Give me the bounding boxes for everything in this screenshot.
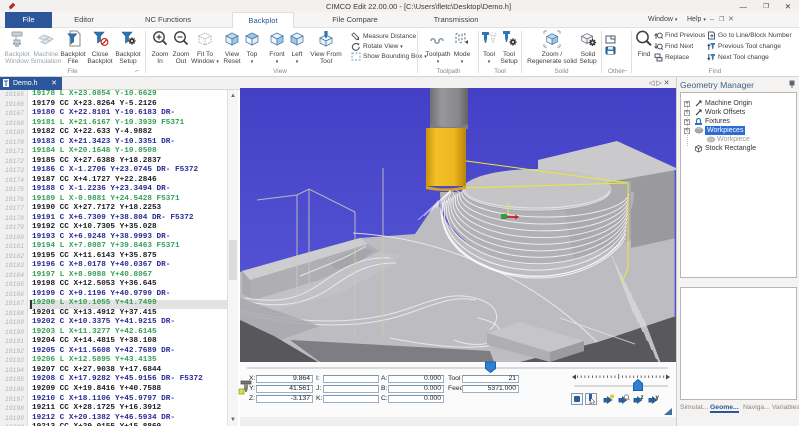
svg-text:y: y bbox=[656, 395, 660, 401]
svg-text:z: z bbox=[641, 395, 644, 401]
